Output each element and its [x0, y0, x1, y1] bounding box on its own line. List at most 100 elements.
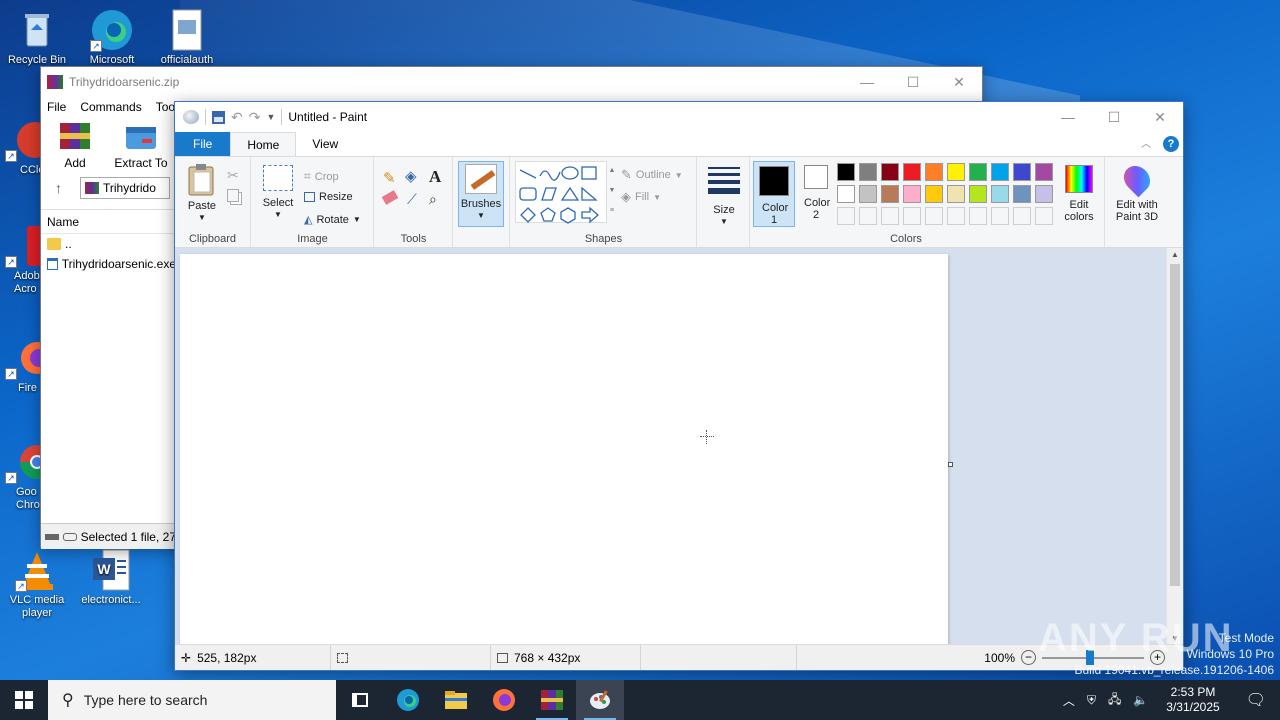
network-icon[interactable]: 🖧: [1102, 690, 1127, 711]
paint-minimize-button[interactable]: —: [1045, 102, 1091, 132]
crop-button[interactable]: ⌗ Crop: [304, 169, 339, 184]
palette-swatch[interactable]: [1013, 185, 1031, 203]
taskbar-paint[interactable]: [576, 680, 624, 720]
list-item[interactable]: Trihydridoarsenic.exe: [41, 254, 176, 274]
palette-swatch[interactable]: [991, 185, 1009, 203]
fill-shape-button[interactable]: ◈ Fill ▼: [621, 189, 661, 205]
palette-swatch[interactable]: [925, 163, 943, 181]
volume-icon[interactable]: 🔈: [1127, 693, 1154, 707]
palette-swatch[interactable]: [947, 163, 965, 181]
paint-close-button[interactable]: ✕: [1137, 102, 1183, 132]
drawing-canvas[interactable]: [180, 254, 948, 645]
shapes-scroll[interactable]: ▲ ▼ ≡: [607, 161, 617, 223]
palette-swatch[interactable]: [991, 207, 1009, 225]
paint-titlebar[interactable]: ↶ ↷ ▼ Untitled - Paint: [175, 102, 1183, 132]
desktop-icon-word-doc[interactable]: W electronict...: [74, 548, 148, 607]
copy-button[interactable]: [227, 189, 239, 202]
menu-commands[interactable]: Commands: [80, 100, 141, 114]
palette-swatch[interactable]: [925, 185, 943, 203]
text-button[interactable]: A: [429, 167, 441, 187]
help-icon[interactable]: ?: [1163, 136, 1179, 152]
desktop-icon-vlc[interactable]: ↗ VLC media player: [0, 548, 74, 620]
scroll-up-icon[interactable]: ▲: [1167, 248, 1183, 262]
palette-swatch[interactable]: [947, 185, 965, 203]
palette-swatch[interactable]: [1035, 185, 1053, 203]
brushes-button[interactable]: Brushes ▼: [458, 161, 504, 227]
edit-with-paint3d-button[interactable]: Edit with Paint 3D: [1109, 160, 1165, 223]
winrar-titlebar[interactable]: Trihydridoarsenic.zip: [41, 67, 982, 97]
save-icon[interactable]: [212, 110, 225, 124]
desktop-icon-recycle-bin[interactable]: Recycle Bin: [0, 8, 74, 67]
canvas-resize-handle[interactable]: [948, 462, 953, 467]
rotate-button[interactable]: ◭ Rotate ▼: [304, 213, 361, 227]
desktop-icon-officialauth[interactable]: officialauth: [150, 8, 224, 67]
palette-swatch[interactable]: [925, 207, 943, 225]
add-button[interactable]: Add: [47, 119, 103, 173]
palette-swatch[interactable]: [881, 163, 899, 181]
palette-swatch[interactable]: [859, 163, 877, 181]
palette-swatch[interactable]: [1035, 163, 1053, 181]
winrar-close-button[interactable]: ✕: [936, 67, 982, 97]
menu-tools[interactable]: Too: [156, 100, 175, 114]
palette-swatch[interactable]: [837, 163, 855, 181]
taskbar-edge[interactable]: [384, 680, 432, 720]
palette-swatch[interactable]: [969, 163, 987, 181]
palette-swatch[interactable]: [1035, 207, 1053, 225]
paint-maximize-button[interactable]: ☐: [1091, 102, 1137, 132]
taskbar-search-box[interactable]: ⚲ Type here to search: [48, 680, 336, 720]
palette-swatch[interactable]: [947, 207, 965, 225]
start-button[interactable]: [0, 680, 48, 720]
palette-swatch[interactable]: [837, 207, 855, 225]
magnifier-button[interactable]: ⌕: [429, 191, 437, 208]
menu-file[interactable]: File: [47, 100, 66, 114]
extract-to-button[interactable]: Extract To: [113, 119, 169, 173]
task-view-button[interactable]: [336, 680, 384, 720]
palette-swatch[interactable]: [881, 185, 899, 203]
resize-button[interactable]: Resize: [304, 191, 353, 203]
shapes-gallery[interactable]: [515, 161, 607, 224]
eraser-button[interactable]: [381, 190, 399, 205]
palette-swatch[interactable]: [881, 207, 899, 225]
taskbar-clock[interactable]: 2:53 PM 3/31/2025: [1154, 685, 1231, 715]
minimize-ribbon-icon[interactable]: ︿: [1141, 135, 1151, 150]
palette-swatch[interactable]: [969, 185, 987, 203]
palette-swatch[interactable]: [903, 163, 921, 181]
pencil-button[interactable]: ✎: [383, 169, 396, 187]
column-header-name[interactable]: Name: [41, 210, 176, 234]
tab-view[interactable]: View: [296, 132, 354, 156]
palette-swatch[interactable]: [837, 185, 855, 203]
paste-button[interactable]: Paste ▼: [181, 163, 223, 224]
cut-button[interactable]: ✂: [227, 167, 239, 184]
color-picker-button[interactable]: ⟋: [407, 191, 417, 208]
winrar-minimize-button[interactable]: —: [844, 67, 890, 97]
vertical-scrollbar[interactable]: ▲ ▼: [1166, 248, 1183, 645]
fill-button[interactable]: ◈: [405, 167, 417, 185]
up-arrow-icon[interactable]: ↑: [55, 180, 62, 196]
taskbar-firefox[interactable]: [480, 680, 528, 720]
palette-swatch[interactable]: [969, 207, 987, 225]
show-hidden-icons-icon[interactable]: ︿: [1057, 692, 1081, 709]
security-icon[interactable]: ⛨: [1081, 693, 1102, 708]
notifications-icon[interactable]: 🗨: [1232, 690, 1280, 710]
undo-icon[interactable]: ↶: [231, 109, 243, 126]
color2-button[interactable]: Color 2: [797, 165, 835, 221]
taskbar-winrar[interactable]: [528, 680, 576, 720]
palette-swatch[interactable]: [903, 185, 921, 203]
color1-button[interactable]: Color 1: [753, 161, 795, 227]
palette-swatch[interactable]: [1013, 163, 1031, 181]
customize-quick-access-icon[interactable]: ▼: [266, 112, 275, 122]
tab-file[interactable]: File: [175, 132, 231, 156]
taskbar-file-explorer[interactable]: [432, 680, 480, 720]
tab-home[interactable]: Home: [230, 132, 297, 156]
desktop-icon-edge[interactable]: ↗ Microsoft: [75, 8, 149, 67]
redo-icon[interactable]: ↷: [249, 109, 261, 126]
select-button[interactable]: Select ▼: [258, 165, 298, 221]
winrar-maximize-button[interactable]: ☐: [890, 67, 936, 97]
palette-swatch[interactable]: [859, 185, 877, 203]
palette-swatch[interactable]: [859, 207, 877, 225]
outline-button[interactable]: ✎ Outline ▼: [621, 167, 683, 183]
edit-colors-button[interactable]: Edit colors: [1061, 165, 1097, 223]
palette-swatch[interactable]: [991, 163, 1009, 181]
path-field[interactable]: Trihydrido: [80, 177, 170, 199]
list-item[interactable]: ..: [41, 234, 176, 254]
